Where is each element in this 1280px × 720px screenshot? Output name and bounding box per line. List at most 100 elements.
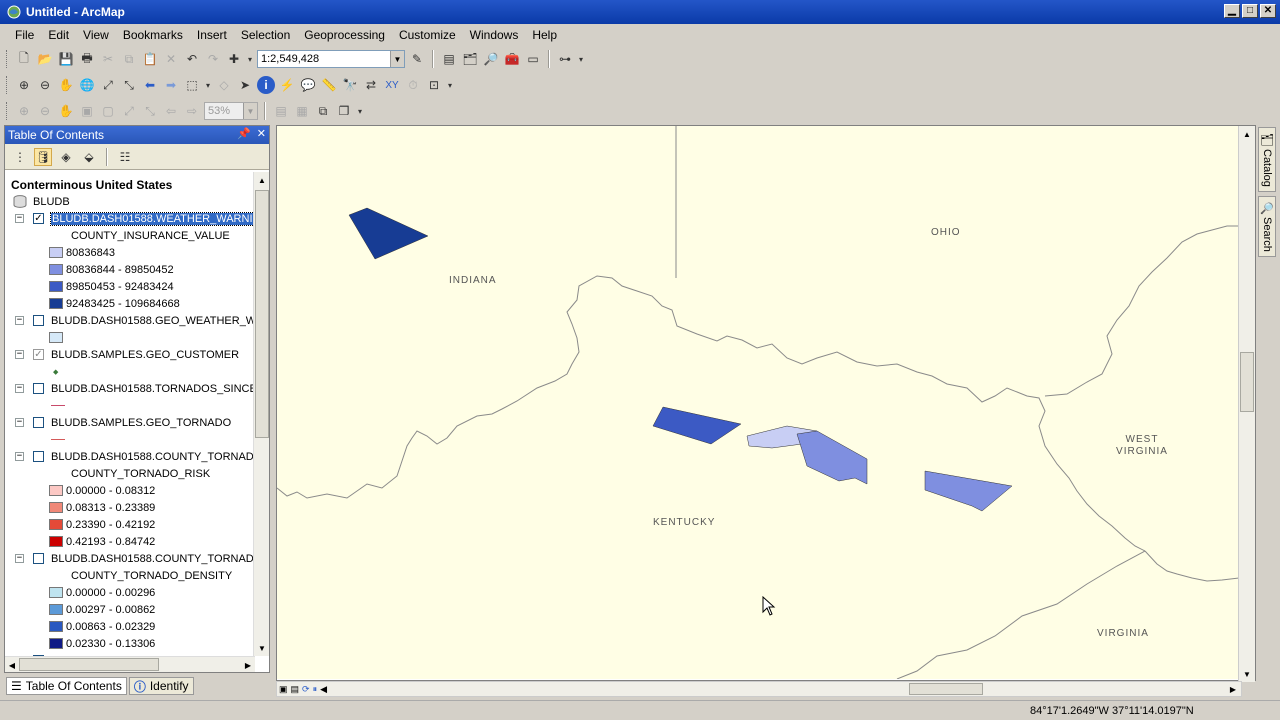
add-data-icon[interactable]: ✚ — [225, 50, 243, 68]
color-swatch[interactable] — [49, 587, 63, 598]
legend-class-row[interactable]: 0.08313 - 0.23389 — [49, 499, 155, 516]
toc-layer-row[interactable]: − BLUDB.DASH01588.COUNTY_TORNADO_I — [15, 550, 255, 567]
measure-icon[interactable]: 📏 — [320, 76, 338, 94]
layout-fixed-zoom-in-icon[interactable]: ⤢ — [120, 102, 138, 120]
toc-options-icon[interactable]: ☷ — [116, 148, 134, 166]
scroll-right-arrow-icon[interactable]: ▶ — [241, 658, 255, 672]
legend-symbol-row[interactable]: ◆ — [53, 363, 58, 380]
close-button[interactable]: ✕ — [1260, 4, 1276, 18]
color-swatch[interactable] — [49, 519, 63, 530]
map-scale-combo[interactable]: 1:2,549,428 ▼ — [257, 50, 405, 68]
color-swatch[interactable] — [49, 536, 63, 547]
layout-fixed-zoom-out-icon[interactable]: ⤡ — [141, 102, 159, 120]
close-icon[interactable]: ✕ — [257, 127, 266, 140]
modelbuilder-icon[interactable]: ⊶ — [556, 50, 574, 68]
layer-visibility-checkbox[interactable] — [33, 451, 44, 462]
copy-icon[interactable]: ⧉ — [120, 50, 138, 68]
menu-bookmarks[interactable]: Bookmarks — [116, 28, 190, 42]
refresh-icon[interactable]: ⟳ — [302, 684, 310, 695]
arctoolbox-icon[interactable]: 🧰 — [503, 50, 521, 68]
toolbar-grip[interactable] — [6, 102, 10, 120]
color-swatch[interactable] — [49, 485, 63, 496]
data-driven-pages-icon[interactable]: ❐ — [335, 102, 353, 120]
legend-class-row[interactable]: 0.42193 - 0.84742 — [49, 533, 155, 550]
legend-class-row[interactable]: 92483425 - 109684668 — [49, 295, 180, 312]
toolbar-options-icon[interactable]: ▾ — [446, 76, 454, 94]
menu-windows[interactable]: Windows — [463, 28, 526, 42]
toolbar-options-icon[interactable]: ▾ — [577, 50, 585, 68]
time-slider-icon[interactable]: ⏱ — [404, 76, 422, 94]
cut-icon[interactable]: ✂ — [99, 50, 117, 68]
color-swatch[interactable] — [49, 298, 63, 309]
back-arrow-icon[interactable]: ⬅ — [141, 76, 159, 94]
menu-view[interactable]: View — [76, 28, 116, 42]
menu-geoprocessing[interactable]: Geoprocessing — [297, 28, 392, 42]
toolbar-options-icon[interactable]: ▾ — [356, 102, 364, 120]
color-swatch[interactable] — [49, 604, 63, 615]
menu-customize[interactable]: Customize — [392, 28, 463, 42]
identify-icon[interactable]: i — [257, 76, 275, 94]
scroll-right-arrow-icon[interactable]: ▶ — [1226, 682, 1240, 696]
fixed-zoom-in-icon[interactable]: ⤢ — [99, 76, 117, 94]
dock-tab-catalog[interactable]: 🗂 Catalog — [1258, 127, 1276, 192]
layout-forward-icon[interactable]: ⇨ — [183, 102, 201, 120]
python-window-icon[interactable]: ▭ — [524, 50, 542, 68]
legend-class-row[interactable]: 0.00297 - 0.00862 — [49, 601, 155, 618]
full-extent-globe-icon[interactable]: 🌐 — [78, 76, 96, 94]
tab-table-of-contents[interactable]: ☰ Table Of Contents — [6, 677, 127, 695]
layout-back-icon[interactable]: ⇦ — [162, 102, 180, 120]
scroll-thumb[interactable] — [909, 683, 983, 695]
map-horizontal-scrollbar[interactable]: ▣ ▤ ⟳ ⏸ ◀ ▶ — [276, 681, 1242, 697]
layer-visibility-checkbox[interactable] — [33, 553, 44, 564]
data-view-icon[interactable]: ▣ — [279, 684, 288, 695]
hyperlink-icon[interactable]: ⚡ — [278, 76, 296, 94]
layer-visibility-checkbox[interactable]: ✓ — [33, 349, 44, 360]
line-symbol-icon[interactable] — [51, 405, 65, 406]
list-by-source-icon[interactable]: 🛢 — [34, 147, 52, 166]
menu-edit[interactable]: Edit — [41, 28, 76, 42]
toolbar-grip[interactable] — [6, 50, 10, 68]
new-document-icon[interactable]: 🗋 — [15, 50, 33, 68]
redo-icon[interactable]: ↷ — [204, 50, 222, 68]
color-swatch[interactable] — [49, 247, 63, 258]
legend-class-row[interactable]: 89850453 - 92483424 — [49, 278, 174, 295]
select-dropdown-icon[interactable]: ▾ — [204, 76, 212, 94]
menu-selection[interactable]: Selection — [234, 28, 297, 42]
fixed-zoom-out-icon[interactable]: ⤡ — [120, 76, 138, 94]
toc-layer-row[interactable]: − BLUDB.SAMPLES.GEO_TORNADO — [15, 414, 231, 431]
select-elements-arrow-icon[interactable]: ➤ — [236, 76, 254, 94]
toc-layer-row[interactable]: − BLUDB.DASH01588.GEO_WEATHER_WAR — [15, 312, 255, 329]
color-swatch[interactable] — [49, 502, 63, 513]
legend-class-row[interactable]: 80836843 — [49, 244, 115, 261]
list-by-visibility-icon[interactable]: ◈ — [57, 148, 75, 166]
layout-view-icon[interactable]: ▤ — [291, 684, 300, 695]
paste-icon[interactable]: 📋 — [141, 50, 159, 68]
menu-insert[interactable]: Insert — [190, 28, 234, 42]
collapse-toggle-icon[interactable]: − — [15, 214, 24, 223]
zoom-whole-page-icon[interactable]: ▣ — [78, 102, 96, 120]
collapse-toggle-icon[interactable]: − — [15, 452, 24, 461]
chevron-down-icon[interactable]: ▼ — [390, 51, 404, 67]
legend-symbol-row[interactable] — [49, 329, 66, 346]
toc-layer-row[interactable]: − BLUDB.DASH01588.COUNTY_TORNADO_I — [15, 448, 255, 465]
zoom-in-icon[interactable]: ⊕ — [15, 76, 33, 94]
scroll-thumb[interactable] — [1240, 352, 1254, 412]
color-swatch[interactable] — [49, 264, 63, 275]
legend-class-row[interactable]: 0.02330 - 0.13306 — [49, 635, 155, 652]
pause-drawing-icon[interactable]: ⏸ — [313, 684, 318, 695]
minimize-button[interactable]: ▁ — [1224, 4, 1240, 18]
list-by-selection-icon[interactable]: ⬙ — [80, 148, 98, 166]
toc-layer-row[interactable]: − ✓ BLUDB.DASH01588.WEATHER_WARNING — [15, 210, 255, 227]
toggle-draft-mode-icon[interactable]: ▤ — [272, 102, 290, 120]
layout-zoom-in-icon[interactable]: ⊕ — [15, 102, 33, 120]
delete-icon[interactable]: ✕ — [162, 50, 180, 68]
color-swatch[interactable] — [49, 281, 63, 292]
save-icon[interactable]: 💾 — [57, 50, 75, 68]
table-of-contents-icon[interactable]: ▤ — [440, 50, 458, 68]
scroll-up-arrow-icon[interactable]: ▲ — [255, 173, 269, 187]
collapse-toggle-icon[interactable]: − — [15, 418, 24, 427]
scroll-up-arrow-icon[interactable]: ▲ — [1240, 127, 1254, 141]
pin-icon[interactable]: 📌 — [237, 127, 251, 140]
menu-file[interactable]: File — [8, 28, 41, 42]
zoom-out-icon[interactable]: ⊖ — [36, 76, 54, 94]
